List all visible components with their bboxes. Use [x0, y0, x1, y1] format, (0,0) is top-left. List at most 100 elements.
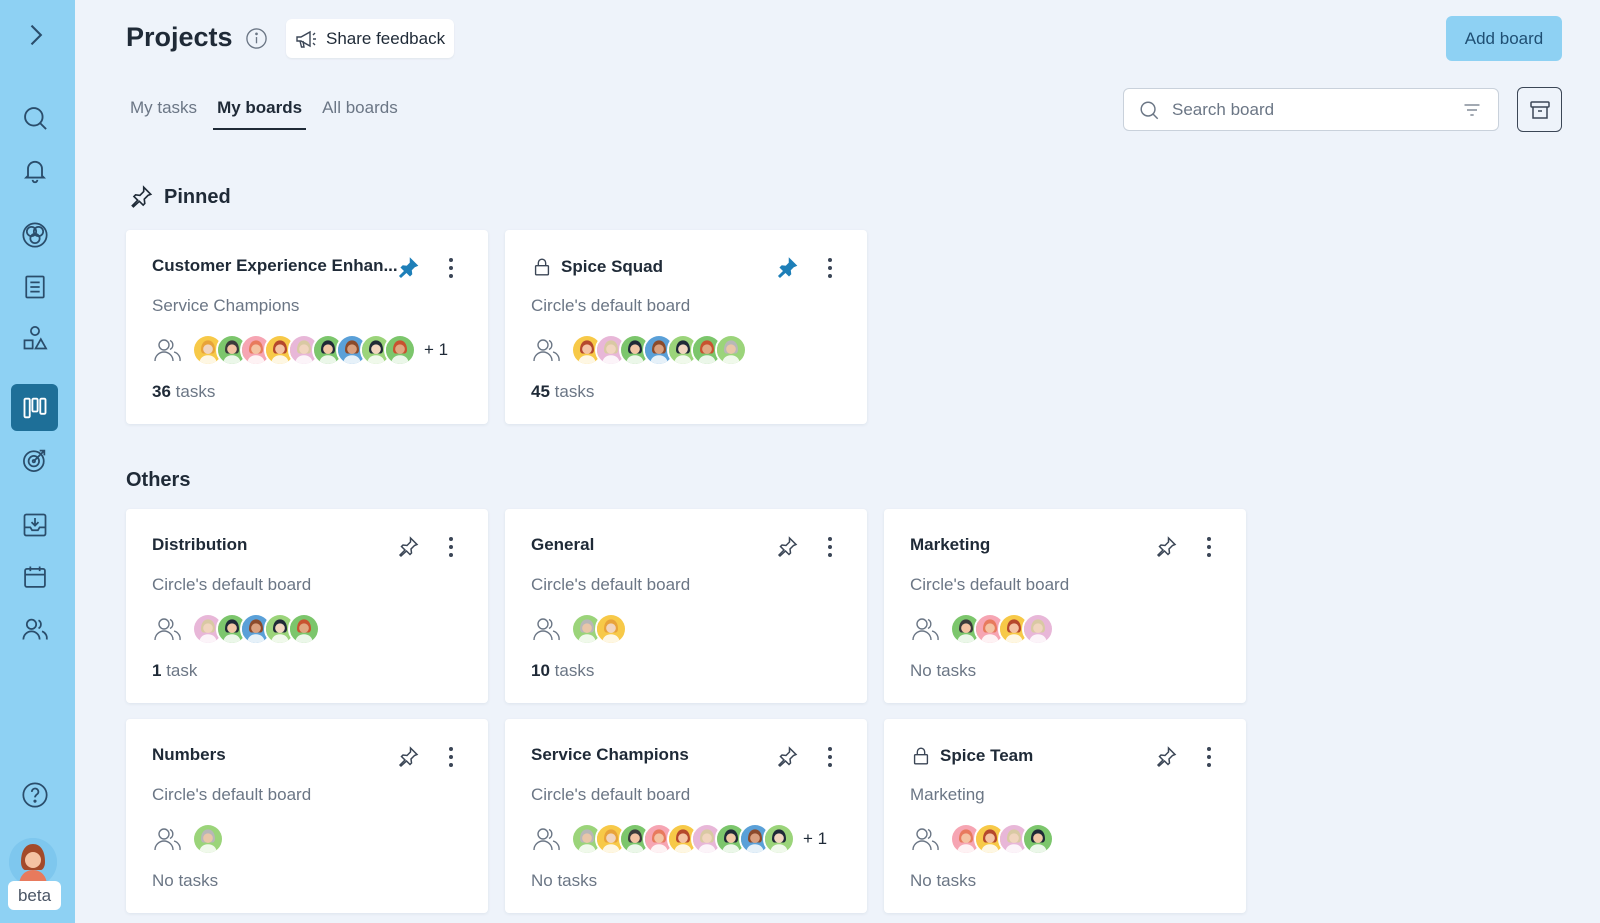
- members-icon: [154, 339, 181, 362]
- pinned-section-header: Pinned: [128, 184, 231, 210]
- board-more-button[interactable]: [1198, 743, 1220, 771]
- board-title[interactable]: Customer Experience Enhan...: [152, 256, 398, 276]
- pin-board-button[interactable]: [396, 535, 420, 559]
- board-card[interactable]: Distribution Circle's default board 1 ta…: [126, 509, 488, 703]
- nav-circles[interactable]: [11, 211, 58, 258]
- expand-sidebar-button[interactable]: [11, 11, 58, 58]
- board-title[interactable]: Service Champions: [531, 745, 689, 765]
- board-tasks: No tasks: [910, 871, 976, 891]
- board-card[interactable]: Spice Squad Circle's default board 45 ta…: [505, 230, 867, 424]
- share-feedback-button[interactable]: Share feedback: [286, 19, 454, 58]
- pin-board-button[interactable]: [775, 256, 799, 280]
- board-more-button[interactable]: [1198, 533, 1220, 561]
- task-count: 1: [152, 661, 162, 680]
- search-board-input[interactable]: [1172, 99, 1442, 120]
- tab-my-boards[interactable]: My boards: [213, 98, 307, 130]
- nav-calendar[interactable]: [11, 553, 58, 600]
- board-circle: Circle's default board: [531, 296, 691, 315]
- board-card[interactable]: Marketing Circle's default board No task…: [884, 509, 1246, 703]
- task-count-label: No tasks: [531, 871, 598, 890]
- board-more-button[interactable]: [440, 743, 462, 771]
- tab-my-tasks[interactable]: My tasks: [130, 98, 197, 130]
- board-title[interactable]: Spice Squad: [531, 256, 663, 278]
- nav-help[interactable]: [11, 771, 58, 818]
- board-members[interactable]: [910, 613, 1054, 645]
- nav-people[interactable]: [11, 605, 58, 652]
- board-card[interactable]: General Circle's default board 10 tasks: [505, 509, 867, 703]
- task-count-label: tasks: [554, 661, 595, 680]
- board-card[interactable]: Spice Team Marketing No tasks: [884, 719, 1246, 913]
- nav-goals[interactable]: [11, 436, 58, 483]
- help-icon: [21, 781, 48, 808]
- pin-board-button[interactable]: [396, 256, 420, 280]
- member-avatars: [192, 613, 320, 645]
- shapes-icon: [23, 325, 48, 349]
- nav-documents[interactable]: [11, 263, 58, 310]
- user-avatar[interactable]: [9, 838, 57, 886]
- pin-board-button[interactable]: [1154, 745, 1178, 769]
- board-title[interactable]: Spice Team: [910, 745, 1033, 767]
- board-members[interactable]: [152, 823, 224, 855]
- bell-icon: [23, 160, 46, 183]
- pin-icon: [1156, 536, 1177, 558]
- task-count-label: No tasks: [910, 661, 977, 680]
- board-tasks: 36 tasks: [152, 382, 215, 402]
- board-members[interactable]: [152, 613, 320, 645]
- board-title[interactable]: General: [531, 535, 594, 555]
- circles-icon: [21, 221, 48, 248]
- board-tasks: 45 tasks: [531, 382, 594, 402]
- pin-board-button[interactable]: [1154, 535, 1178, 559]
- board-title-text: Distribution: [152, 535, 248, 554]
- task-count-label: No tasks: [910, 871, 977, 890]
- board-tasks: No tasks: [910, 661, 976, 681]
- pin-icon: [1156, 746, 1177, 768]
- tab-all-boards[interactable]: All boards: [322, 98, 398, 130]
- board-members[interactable]: [531, 334, 747, 366]
- pin-icon: [131, 185, 153, 208]
- board-title[interactable]: Marketing: [910, 535, 990, 555]
- member-avatar: [192, 823, 224, 855]
- member-avatar: [384, 334, 416, 366]
- board-title-text: Marketing: [910, 535, 991, 554]
- task-count-label: tasks: [175, 382, 216, 401]
- nav-boards[interactable]: [11, 384, 58, 431]
- nav-shapes[interactable]: [11, 314, 58, 361]
- info-icon[interactable]: [245, 27, 268, 50]
- add-board-button[interactable]: Add board: [1446, 16, 1562, 61]
- nav-search[interactable]: [11, 94, 58, 141]
- board-members[interactable]: [910, 823, 1054, 855]
- members-icon: [533, 828, 560, 851]
- board-title-text: Service Champions: [531, 745, 689, 764]
- board-more-button[interactable]: [440, 254, 462, 282]
- board-more-button[interactable]: [440, 533, 462, 561]
- extra-members-count: + 1: [424, 340, 449, 359]
- board-members[interactable]: + 1: [152, 334, 448, 366]
- pin-board-button[interactable]: [396, 745, 420, 769]
- board-members[interactable]: + 1: [531, 823, 827, 855]
- board-title[interactable]: Numbers: [152, 745, 226, 765]
- board-more-button[interactable]: [819, 254, 841, 282]
- nav-notifications[interactable]: [11, 146, 58, 193]
- board-title[interactable]: Distribution: [152, 535, 247, 555]
- more-vertical-icon: [828, 537, 832, 557]
- pin-board-button[interactable]: [775, 535, 799, 559]
- board-more-button[interactable]: [819, 533, 841, 561]
- pin-board-button[interactable]: [775, 745, 799, 769]
- lock-icon: [534, 258, 550, 276]
- document-icon: [24, 275, 45, 298]
- archive-button[interactable]: [1517, 87, 1562, 132]
- board-title-text: Spice Squad: [561, 257, 664, 276]
- nav-inbox[interactable]: [11, 501, 58, 548]
- board-tabs: My tasks My boards All boards: [130, 98, 398, 130]
- board-card[interactable]: Customer Experience Enhan... Service Cha…: [126, 230, 488, 424]
- board-members[interactable]: [531, 613, 627, 645]
- task-count-label: tasks: [554, 382, 595, 401]
- members-icon: [154, 828, 181, 851]
- filter-icon[interactable]: [1462, 100, 1482, 120]
- member-avatar: [1022, 613, 1054, 645]
- member-avatar: [288, 613, 320, 645]
- member-avatars: [950, 613, 1054, 645]
- board-more-button[interactable]: [819, 743, 841, 771]
- board-card[interactable]: Numbers Circle's default board No tasks: [126, 719, 488, 913]
- board-card[interactable]: Service Champions Circle's default board: [505, 719, 867, 913]
